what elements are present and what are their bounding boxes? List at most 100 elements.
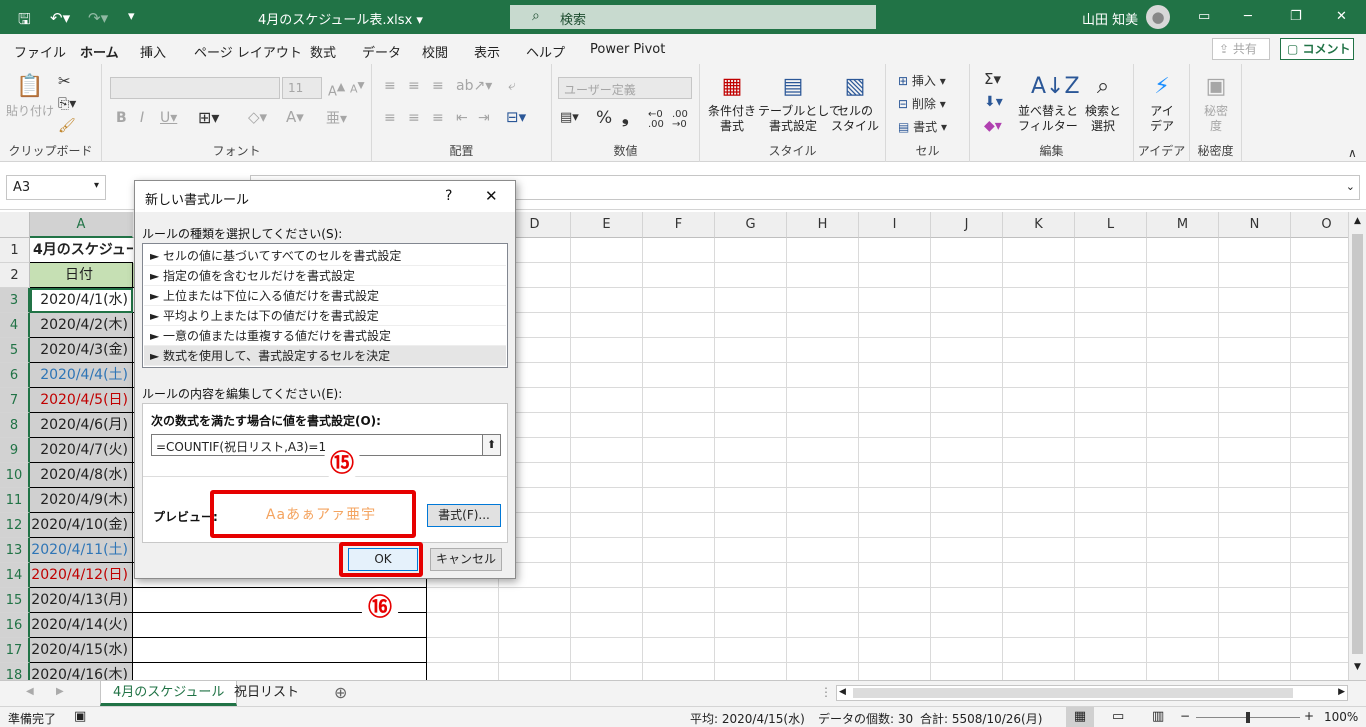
zoom-slider-thumb[interactable] xyxy=(1246,712,1250,723)
cell-a[interactable]: 2020/4/12(日) xyxy=(30,563,133,588)
sensitivity-button[interactable]: ▣ 秘密 度 xyxy=(1194,72,1238,134)
row-header[interactable]: 18 xyxy=(0,663,30,680)
row-header[interactable]: 16 xyxy=(0,613,30,638)
tab-file[interactable]: ファイル xyxy=(14,42,66,61)
tab-formulas[interactable]: 数式 xyxy=(310,42,336,61)
find-select-button[interactable]: ⌕ 検索と 選択 xyxy=(1078,72,1128,134)
row-header[interactable]: 8 xyxy=(0,413,30,438)
tab-review[interactable]: 校閲 xyxy=(422,42,448,61)
customize-qat-icon[interactable]: ▾ xyxy=(128,9,135,24)
italic-icon[interactable]: I xyxy=(140,110,144,126)
page-break-view-icon[interactable]: ▥ xyxy=(1152,709,1164,724)
user-name[interactable]: 山田 知美 xyxy=(1082,9,1138,28)
scroll-right-icon[interactable]: ▶ xyxy=(1338,687,1345,697)
number-format-combo[interactable]: ユーザー定義 xyxy=(558,77,692,99)
scroll-left-icon[interactable]: ◀ xyxy=(839,687,846,697)
align-right-icon[interactable]: ≡ xyxy=(432,110,444,126)
tab-page-layout[interactable]: ページ レイアウト xyxy=(194,42,302,61)
vertical-scroll-thumb[interactable] xyxy=(1352,234,1363,654)
cell-a[interactable]: 2020/4/8(水) xyxy=(30,463,133,488)
collapse-ribbon-icon[interactable]: ∧ xyxy=(1348,146,1357,160)
wrap-text-icon[interactable]: ⤶ xyxy=(508,78,516,94)
underline-icon[interactable]: U▾ xyxy=(160,110,177,126)
name-box-dropdown-icon[interactable]: ▾ xyxy=(94,180,99,191)
select-all-corner[interactable] xyxy=(0,212,30,238)
row-header[interactable]: 4 xyxy=(0,313,30,338)
clear-icon[interactable]: ◆▾ xyxy=(984,118,1002,134)
vertical-scrollbar[interactable]: ▲ ▼ xyxy=(1348,212,1366,680)
format-painter-icon[interactable]: 🖌 xyxy=(58,118,76,134)
row-header[interactable]: 14 xyxy=(0,563,30,588)
sheet-tab-holidays[interactable]: 祝日リスト xyxy=(222,681,311,706)
cell-bc[interactable] xyxy=(133,663,427,680)
merge-center-icon[interactable]: ⊟▾ xyxy=(506,108,526,126)
column-header-E[interactable]: E xyxy=(571,212,643,238)
restore-icon[interactable]: ❐ xyxy=(1290,9,1302,24)
cell-a[interactable]: 2020/4/5(日) xyxy=(30,388,133,413)
cell-a[interactable]: 2020/4/4(土) xyxy=(30,363,133,388)
decrease-decimal-icon[interactable]: .00 →0 xyxy=(672,110,688,130)
bold-icon[interactable]: B xyxy=(116,110,127,126)
font-size-combo[interactable]: 11 xyxy=(282,77,322,99)
align-middle-icon[interactable]: ≡ xyxy=(408,78,420,94)
border-icon[interactable]: ⊞▾ xyxy=(198,108,219,127)
tab-view[interactable]: 表示 xyxy=(474,42,500,61)
increase-decimal-icon[interactable]: ←0.00 xyxy=(648,110,664,130)
file-name[interactable]: 4月のスケジュール表.xlsx ▾ xyxy=(258,9,423,28)
add-sheet-icon[interactable]: ⊕ xyxy=(334,683,347,702)
ribbon-display-icon[interactable]: ▭ xyxy=(1198,9,1210,24)
fill-icon[interactable]: ⬇▾ xyxy=(984,94,1003,110)
column-header-H[interactable]: H xyxy=(787,212,859,238)
redo-icon[interactable]: ↷▾ xyxy=(88,9,108,27)
align-left-icon[interactable]: ≡ xyxy=(384,110,396,126)
cell-a[interactable]: 2020/4/14(火) xyxy=(30,613,133,638)
tab-insert[interactable]: 挿入 xyxy=(140,42,166,61)
column-header-I[interactable]: I xyxy=(859,212,931,238)
search-box[interactable]: ⌕ 検索 xyxy=(510,5,876,29)
grow-font-icon[interactable]: A▲ xyxy=(328,80,345,99)
horizontal-scrollbar[interactable]: ◀ ▶ xyxy=(836,685,1348,701)
cell-a[interactable]: 2020/4/7(火) xyxy=(30,438,133,463)
column-header-K[interactable]: K xyxy=(1003,212,1075,238)
rule-formula-input[interactable]: =COUNTIF(祝日リスト,A3)=1 xyxy=(151,434,483,456)
column-header-L[interactable]: L xyxy=(1075,212,1147,238)
scroll-down-icon[interactable]: ▼ xyxy=(1351,662,1364,674)
cell-styles-button[interactable]: ▧ セルの スタイル xyxy=(828,72,882,134)
format-button[interactable]: 書式(F)... xyxy=(427,504,501,527)
row-header[interactable]: 2 xyxy=(0,263,30,288)
row-header[interactable]: 17 xyxy=(0,638,30,663)
close-dialog-icon[interactable]: ✕ xyxy=(485,187,498,205)
row-header[interactable]: 10 xyxy=(0,463,30,488)
cut-icon[interactable]: ✂ xyxy=(58,72,71,90)
row-header[interactable]: 5 xyxy=(0,338,30,363)
column-header-J[interactable]: J xyxy=(931,212,1003,238)
orientation-icon[interactable]: ab↗▾ xyxy=(456,78,492,94)
column-header-A[interactable]: A xyxy=(30,212,133,238)
scroll-up-icon[interactable]: ▲ xyxy=(1351,216,1364,228)
undo-icon[interactable]: ↶▾ xyxy=(50,9,70,27)
row-header[interactable]: 3 xyxy=(0,288,30,313)
rule-type-item[interactable]: ► セルの値に基づいてすべてのセルを書式設定 xyxy=(144,246,506,266)
copy-icon[interactable]: ⎘▾ xyxy=(58,96,76,112)
cell-a[interactable]: 2020/4/10(金) xyxy=(30,513,133,538)
phonetic-icon[interactable]: 亜▾ xyxy=(326,108,347,128)
row-header[interactable]: 12 xyxy=(0,513,30,538)
cell-a[interactable]: 2020/4/6(月) xyxy=(30,413,133,438)
delete-cells-button[interactable]: ⊟ 削除 ▾ xyxy=(898,95,946,112)
comment-button[interactable]: ▢ コメント xyxy=(1280,38,1354,60)
row-header[interactable]: 13 xyxy=(0,538,30,563)
row-header[interactable]: 1 xyxy=(0,238,30,263)
close-window-icon[interactable]: ✕ xyxy=(1336,9,1347,24)
cell-bc[interactable] xyxy=(133,638,427,663)
row-header[interactable]: 7 xyxy=(0,388,30,413)
rule-type-item[interactable]: ► 平均より上または下の値だけを書式設定 xyxy=(144,306,506,326)
column-header-O[interactable]: O xyxy=(1291,212,1348,238)
cell-a[interactable]: 2020/4/11(土) xyxy=(30,538,133,563)
insert-cells-button[interactable]: ⊞ 挿入 ▾ xyxy=(898,72,946,89)
tab-power-pivot[interactable]: Power Pivot xyxy=(590,42,665,57)
percent-icon[interactable]: % xyxy=(596,108,612,128)
row-header[interactable]: 11 xyxy=(0,488,30,513)
shrink-font-icon[interactable]: A▼ xyxy=(350,80,365,96)
rule-type-item[interactable]: ► 一意の値または重複する値だけを書式設定 xyxy=(144,326,506,346)
page-layout-view-icon[interactable]: ▭ xyxy=(1112,709,1124,724)
